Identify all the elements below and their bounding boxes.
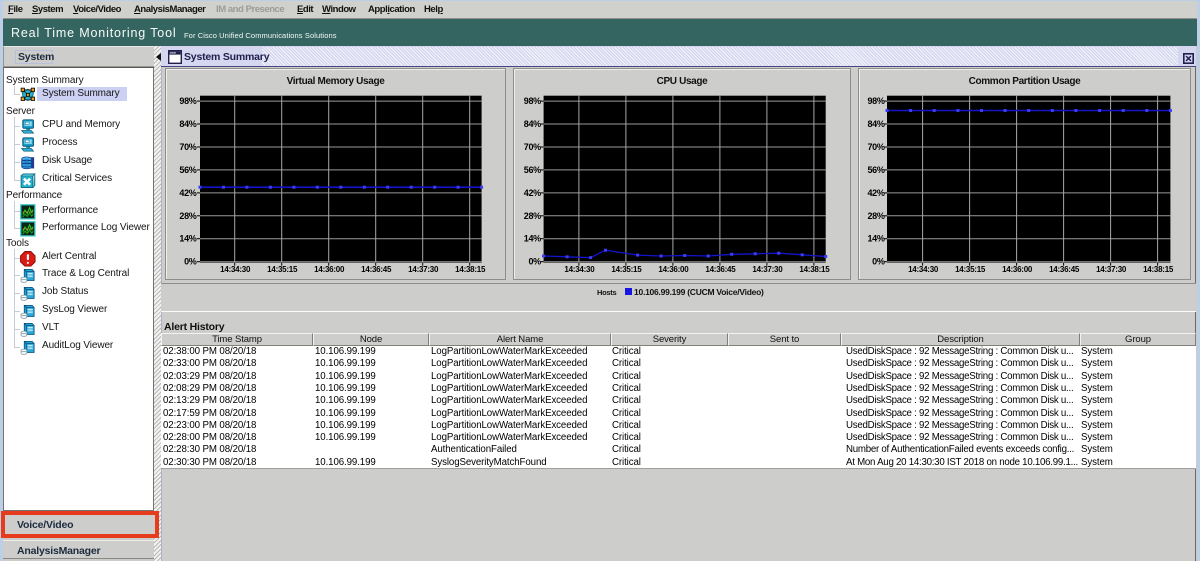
svg-text:98%: 98% [179, 96, 196, 106]
svg-text:70%: 70% [179, 142, 196, 152]
svg-text:98%: 98% [867, 96, 884, 106]
svg-text:70%: 70% [867, 142, 884, 152]
svg-text:14:35:15: 14:35:15 [267, 265, 298, 274]
svg-text:14:36:00: 14:36:00 [1002, 265, 1033, 274]
svg-text:14%: 14% [867, 234, 884, 244]
svg-text:14:37:30: 14:37:30 [1096, 265, 1127, 274]
svg-text:14:37:30: 14:37:30 [408, 265, 439, 274]
svg-text:0%: 0% [872, 257, 885, 267]
svg-text:14:34:30: 14:34:30 [908, 265, 939, 274]
svg-text:42%: 42% [179, 188, 196, 198]
svg-text:0%: 0% [184, 257, 197, 267]
svg-text:14:36:45: 14:36:45 [705, 265, 736, 274]
svg-text:98%: 98% [524, 96, 541, 106]
svg-text:14:36:45: 14:36:45 [361, 265, 392, 274]
svg-text:28%: 28% [867, 211, 884, 221]
svg-text:42%: 42% [524, 188, 541, 198]
svg-text:14:34:30: 14:34:30 [220, 265, 251, 274]
svg-text:84%: 84% [524, 119, 541, 129]
svg-text:56%: 56% [524, 165, 541, 175]
svg-text:84%: 84% [867, 119, 884, 129]
svg-text:14%: 14% [179, 234, 196, 244]
svg-text:56%: 56% [867, 165, 884, 175]
svg-text:84%: 84% [179, 119, 196, 129]
svg-text:28%: 28% [524, 211, 541, 221]
svg-text:14:37:30: 14:37:30 [752, 265, 783, 274]
svg-text:70%: 70% [524, 142, 541, 152]
svg-text:0%: 0% [528, 257, 541, 267]
svg-text:14:38:15: 14:38:15 [1143, 265, 1174, 274]
svg-text:14:38:15: 14:38:15 [799, 265, 830, 274]
svg-text:14:35:15: 14:35:15 [611, 265, 642, 274]
svg-text:14:36:45: 14:36:45 [1049, 265, 1080, 274]
svg-text:14:36:00: 14:36:00 [314, 265, 345, 274]
svg-text:14:36:00: 14:36:00 [658, 265, 689, 274]
svg-text:14:34:30: 14:34:30 [564, 265, 595, 274]
svg-text:56%: 56% [179, 165, 196, 175]
svg-text:28%: 28% [179, 211, 196, 221]
svg-text:14:35:15: 14:35:15 [955, 265, 986, 274]
svg-text:14:38:15: 14:38:15 [455, 265, 486, 274]
svg-text:42%: 42% [867, 188, 884, 198]
svg-text:14%: 14% [524, 234, 541, 244]
